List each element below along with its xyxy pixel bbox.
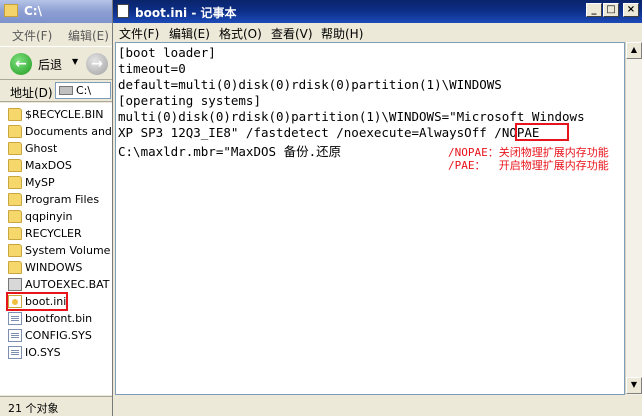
list-item[interactable]: Ghost <box>8 141 112 157</box>
scroll-up-icon[interactable]: ▲ <box>626 42 642 59</box>
chevron-down-icon[interactable]: ▼ <box>72 57 78 66</box>
explorer-toolbar: ← 后退 ▼ → <box>0 46 112 80</box>
folder-icon <box>8 159 22 172</box>
list-item[interactable]: Program Files <box>8 192 112 208</box>
notepad-title-bar[interactable]: boot.ini - 记事本 _ □ × <box>113 0 642 23</box>
file-icon <box>8 312 22 325</box>
folder-icon <box>8 227 22 240</box>
notepad-title: boot.ini - 记事本 <box>135 6 237 20</box>
notepad-icon <box>117 4 129 18</box>
file-name: RECYCLER <box>25 227 82 240</box>
file-icon <box>8 329 22 342</box>
file-name: MySP <box>25 176 55 189</box>
folder-icon <box>8 261 22 274</box>
folder-icon <box>8 108 22 121</box>
menu-edit[interactable]: 编辑(E) <box>68 27 109 44</box>
list-item[interactable]: WINDOWS <box>8 260 112 276</box>
forward-button[interactable]: → <box>86 53 108 75</box>
list-item[interactable]: RECYCLER <box>8 226 112 242</box>
close-button[interactable]: × <box>623 3 639 17</box>
menu-file[interactable]: 文件(F) <box>119 25 159 42</box>
list-item[interactable]: qqpinyin <box>8 209 112 225</box>
forward-arrow-icon: → <box>91 56 103 72</box>
address-bar: 地址(D) C:\ <box>0 80 112 102</box>
nopae-highlight-box <box>515 123 569 141</box>
folder-icon <box>8 244 22 257</box>
folder-icon <box>8 142 22 155</box>
file-name: $RECYCLE.BIN <box>25 108 104 121</box>
address-value: C:\ <box>76 84 92 97</box>
folder-icon <box>8 210 22 223</box>
text-line: timeout=0 <box>118 61 186 76</box>
vertical-scrollbar[interactable]: ▲ ▼ <box>625 42 642 395</box>
text-editor-area[interactable]: [boot loader] timeout=0 default=multi(0)… <box>115 42 625 395</box>
list-item[interactable]: IO.SYS <box>8 345 112 361</box>
explorer-title-bar[interactable]: C:\ <box>0 0 112 23</box>
object-count: 21 个对象 <box>8 402 59 415</box>
list-item[interactable]: MaxDOS <box>8 158 112 174</box>
list-item[interactable]: MySP <box>8 175 112 191</box>
menu-help[interactable]: 帮助(H) <box>321 25 363 42</box>
boot-ini-highlight-box <box>6 292 68 311</box>
list-item[interactable]: bootfont.bin <box>8 311 112 327</box>
back-button[interactable]: ← <box>10 53 32 75</box>
menu-edit[interactable]: 编辑(E) <box>169 25 210 42</box>
batch-file-icon <box>8 278 22 291</box>
file-name: IO.SYS <box>25 346 61 359</box>
file-name: System Volume In <box>25 244 112 257</box>
menu-file[interactable]: 文件(F) <box>12 27 52 44</box>
explorer-menu-bar: 文件(F) 编辑(E) <box>0 23 112 45</box>
explorer-title: C:\ <box>24 4 42 18</box>
text-line: [operating systems] <box>118 93 261 108</box>
file-name: MaxDOS <box>25 159 72 172</box>
notepad-window: boot.ini - 记事本 _ □ × 文件(F) 编辑(E) 格式(O) 查… <box>112 0 642 416</box>
text-line: C:\maxldr.mbr="MaxDOS 备份.还原 <box>118 144 342 159</box>
text-line: multi(0)disk(0)rdisk(0)partition(1)\WIND… <box>118 109 585 124</box>
folder-icon <box>8 193 22 206</box>
notepad-bottom-bar <box>113 395 642 416</box>
list-item[interactable]: AUTOEXEC.BAT <box>8 277 112 293</box>
file-name: Program Files <box>25 193 100 206</box>
list-item[interactable]: CONFIG.SYS <box>8 328 112 344</box>
address-label: 地址(D) <box>10 86 53 100</box>
minimize-button[interactable]: _ <box>586 3 602 17</box>
back-arrow-icon: ← <box>15 56 27 72</box>
annotation-pae: /PAE： 开启物理扩展内存功能 <box>448 159 609 172</box>
menu-format[interactable]: 格式(O) <box>219 25 262 42</box>
text-line-main: XP SP3 12Q3_IE8" /fastdetect /noexecute=… <box>118 125 495 140</box>
scroll-down-icon[interactable]: ▼ <box>626 377 642 394</box>
address-input[interactable]: C:\ <box>55 82 111 99</box>
file-name: Ghost <box>25 142 58 155</box>
menu-view[interactable]: 查看(V) <box>271 25 313 42</box>
file-name: CONFIG.SYS <box>25 329 92 342</box>
list-item[interactable]: Documents and S <box>8 124 112 140</box>
file-icon <box>8 346 22 359</box>
drive-icon <box>59 86 73 95</box>
folder-icon <box>8 125 22 138</box>
explorer-status-bar: 21 个对象 <box>0 396 112 416</box>
list-item[interactable]: $RECYCLE.BIN <box>8 107 112 123</box>
file-list: $RECYCLE.BIN Documents and S Ghost MaxDOS My… <box>0 103 112 395</box>
text-line: XP SP3 12Q3_IE8" /fastdetect /noexecute=… <box>118 125 539 140</box>
file-name: Documents and S <box>25 125 112 138</box>
maximize-button[interactable]: □ <box>603 3 619 17</box>
file-name: bootfont.bin <box>25 312 93 325</box>
file-name: AUTOEXEC.BAT <box>25 278 110 291</box>
file-name: WINDOWS <box>25 261 83 274</box>
file-name: qqpinyin <box>25 210 73 223</box>
list-item[interactable]: System Volume In <box>8 243 112 259</box>
folder-icon <box>8 176 22 189</box>
notepad-menu-bar: 文件(F) 编辑(E) 格式(O) 查看(V) 帮助(H) <box>113 23 642 42</box>
folder-icon <box>4 4 18 17</box>
text-line: default=multi(0)disk(0)rdisk(0)partition… <box>118 77 502 92</box>
back-label[interactable]: 后退 <box>38 56 62 73</box>
text-line: [boot loader] <box>118 45 216 60</box>
explorer-window: C:\ 文件(F) 编辑(E) ← 后退 ▼ → 地址(D) C:\ $RECY… <box>0 0 112 416</box>
